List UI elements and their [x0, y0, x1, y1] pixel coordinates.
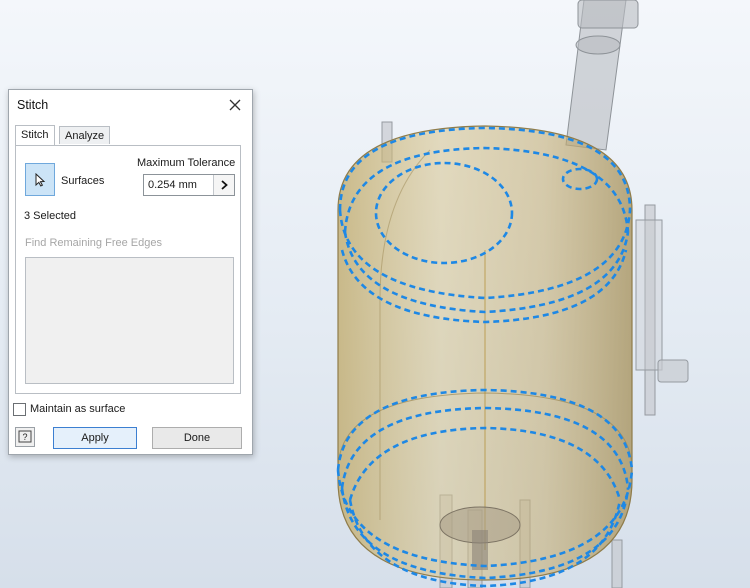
surfaces-label: Surfaces: [61, 175, 105, 187]
close-icon: [229, 99, 241, 111]
done-button[interactable]: Done: [152, 427, 242, 449]
free-edges-list[interactable]: [25, 257, 234, 384]
dialog-title: Stitch: [17, 98, 49, 112]
stitch-panel: Surfaces Maximum Tolerance 0.254 mm 3 Se…: [15, 145, 241, 394]
maintain-as-surface-label: Maintain as surface: [30, 403, 126, 415]
help-button[interactable]: ?: [15, 427, 35, 447]
surfaces-select-button[interactable]: [25, 163, 55, 196]
tolerance-input[interactable]: 0.254 mm: [143, 174, 235, 196]
tab-analyze-label: Analyze: [65, 130, 105, 142]
tab-stitch[interactable]: Stitch: [15, 125, 55, 145]
tolerance-value: 0.254 mm: [148, 179, 197, 191]
max-tolerance-label: Maximum Tolerance: [137, 157, 236, 169]
tab-analyze[interactable]: Analyze: [59, 126, 111, 144]
tab-stitch-label: Stitch: [21, 129, 49, 141]
help-icon: ?: [18, 430, 32, 443]
svg-text:?: ?: [22, 432, 27, 442]
close-button[interactable]: [224, 95, 246, 115]
find-free-edges-button[interactable]: Find Remaining Free Edges: [25, 237, 162, 249]
stitch-dialog: Stitch Stitch Analyze Surfaces Maximum T…: [8, 89, 253, 455]
maintain-as-surface-checkbox[interactable]: [13, 403, 26, 416]
dialog-title-bar[interactable]: Stitch: [9, 90, 252, 120]
tolerance-flyout-button[interactable]: [213, 175, 234, 195]
chevron-right-icon: [220, 180, 228, 190]
selected-count: 3 Selected: [24, 210, 76, 222]
cursor-arrow-icon: [35, 172, 46, 187]
inlet-pipe: [565, 0, 639, 151]
apply-button[interactable]: Apply: [53, 427, 137, 449]
